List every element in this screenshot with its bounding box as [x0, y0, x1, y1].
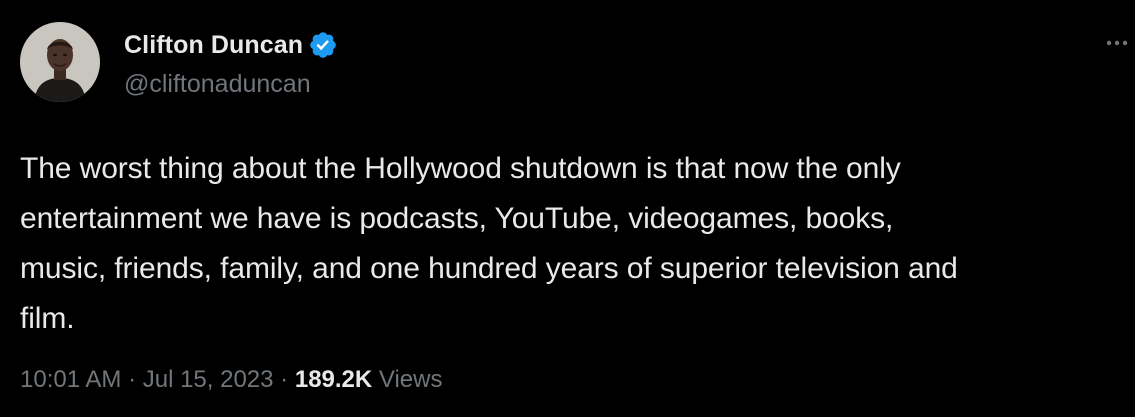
author-handle[interactable]: @cliftonaduncan: [124, 70, 311, 99]
tweet-time[interactable]: 10:01 AM: [20, 366, 121, 394]
author-display-name[interactable]: Clifton Duncan: [124, 31, 303, 60]
tweet-card: Clifton Duncan @cliftonaduncan The worst…: [0, 0, 1135, 417]
tweet-date[interactable]: Jul 15, 2023: [143, 366, 274, 394]
tweet-text: The worst thing about the Hollywood shut…: [20, 152, 958, 335]
views-count[interactable]: 189.2K: [295, 366, 372, 394]
author-name-row: Clifton Duncan: [124, 28, 338, 62]
avatar[interactable]: [20, 22, 100, 102]
profile-photo-icon: [20, 22, 100, 102]
more-horizontal-icon[interactable]: [1102, 30, 1132, 50]
meta-separator: ·: [121, 366, 143, 393]
verified-badge-icon[interactable]: [308, 30, 338, 60]
views-label: Views: [372, 366, 443, 393]
tweet-metadata: 10:01 AM · Jul 15, 2023 · 189.2K Views: [20, 366, 443, 394]
meta-separator-2: ·: [273, 366, 295, 393]
